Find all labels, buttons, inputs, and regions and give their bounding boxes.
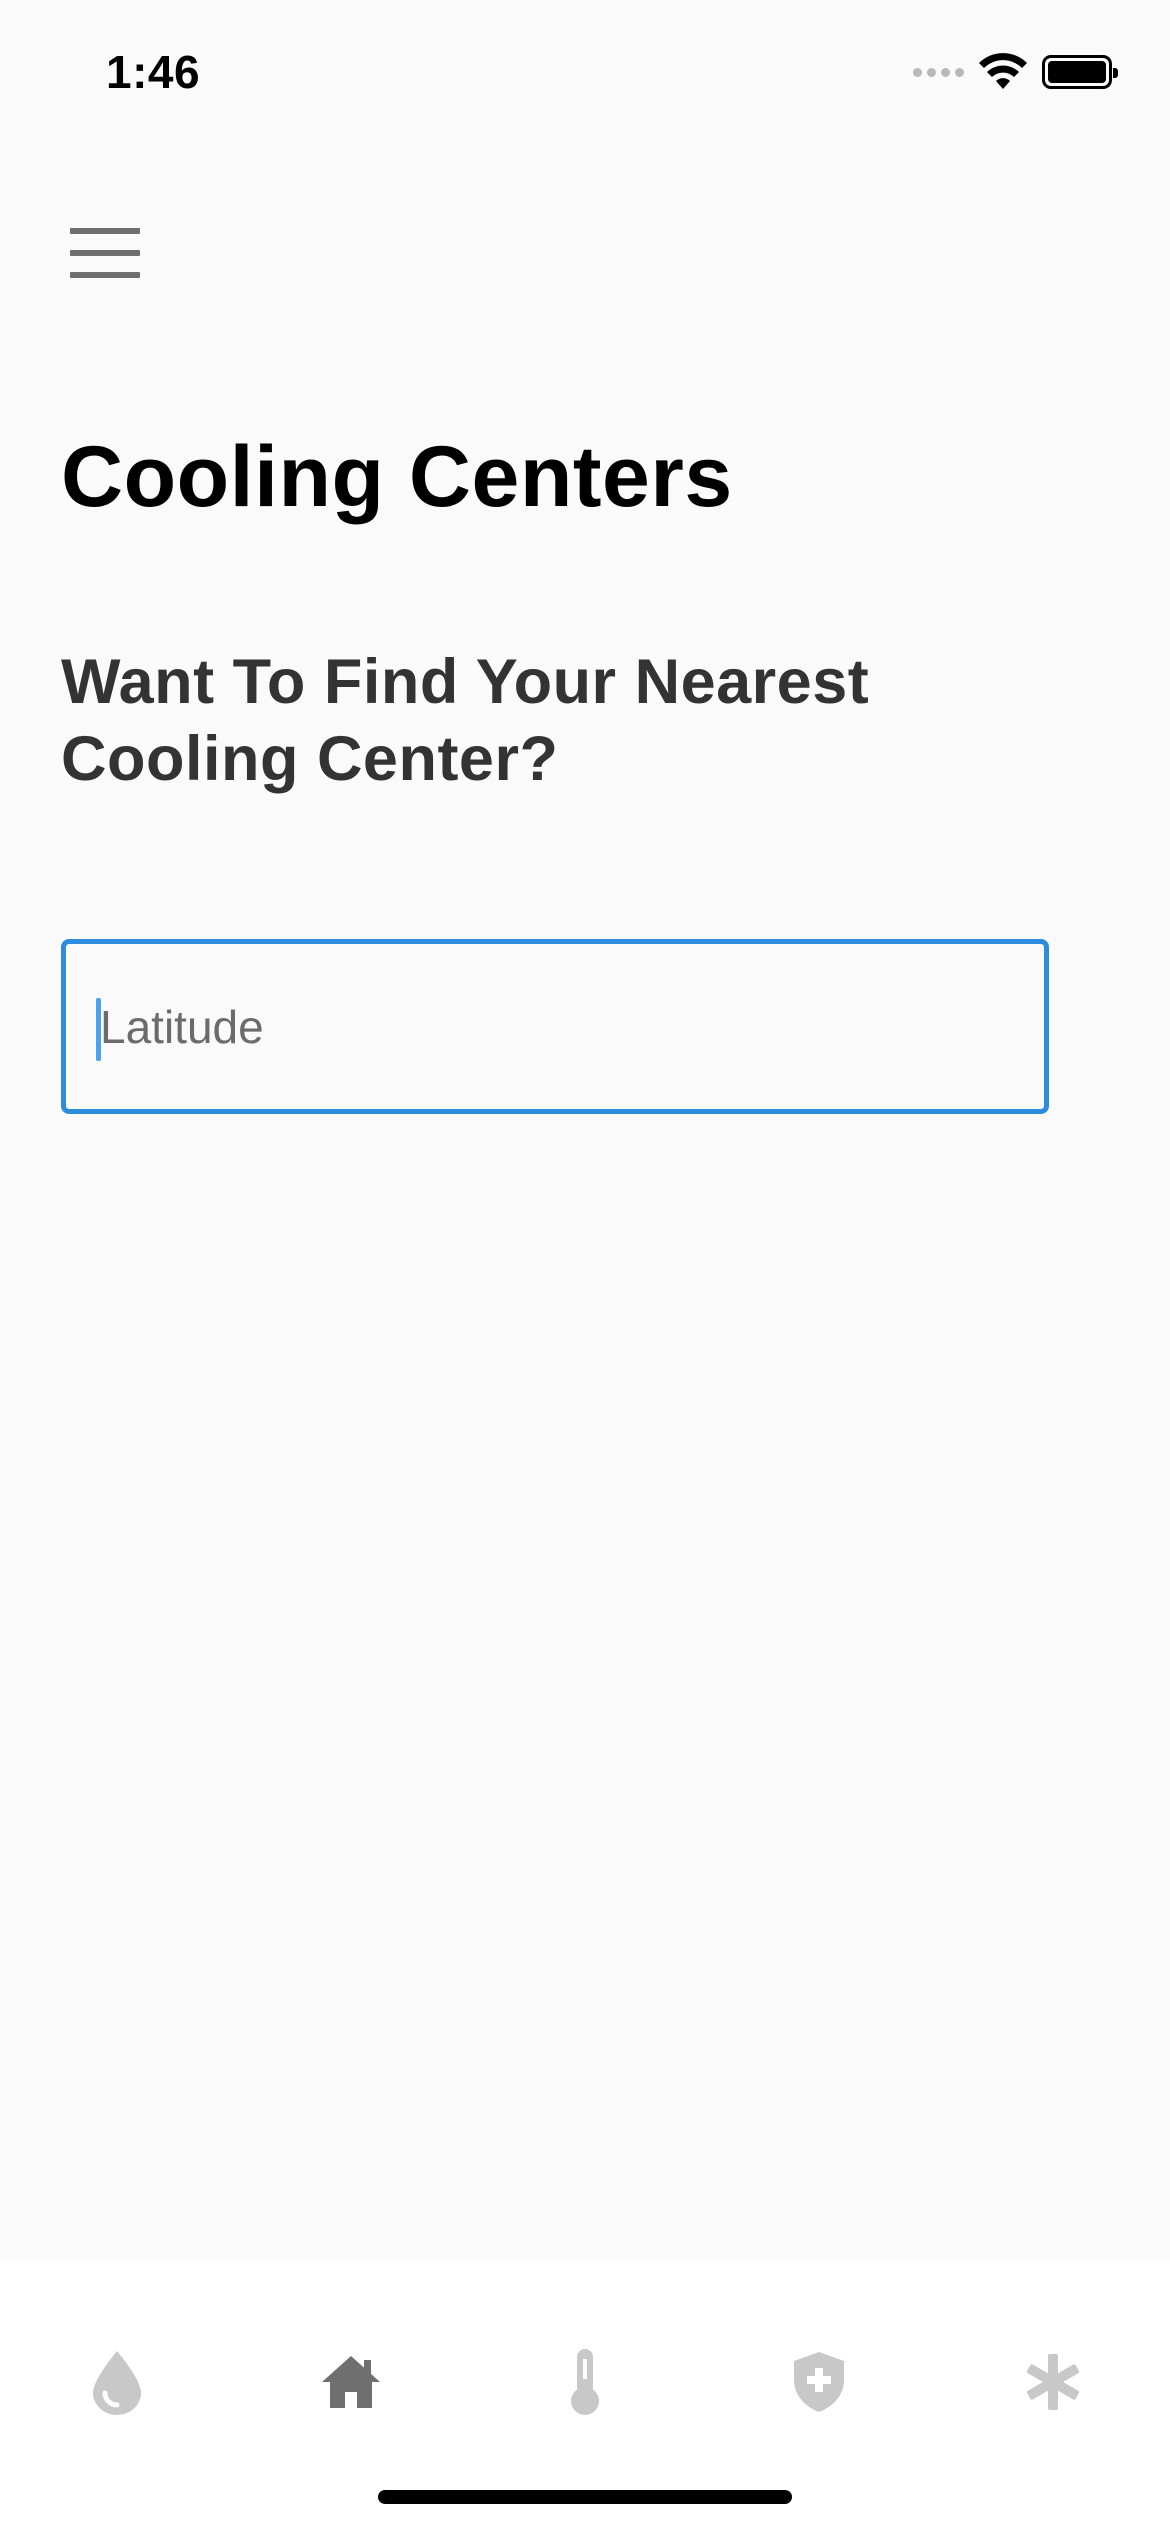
status-time: 1:46: [106, 46, 201, 98]
nav-item-water[interactable]: [57, 2322, 177, 2442]
status-icons: [913, 52, 1118, 92]
asterisk-icon: [1026, 2354, 1080, 2410]
latitude-field[interactable]: [61, 939, 1049, 1114]
home-indicator[interactable]: [378, 2490, 792, 2504]
water-drop-icon: [93, 2351, 141, 2415]
latitude-input[interactable]: [100, 944, 1020, 1109]
nav-item-medical[interactable]: [993, 2322, 1113, 2442]
battery-icon: [1042, 55, 1118, 89]
page-title: Cooling Centers: [61, 429, 733, 525]
shield-plus-icon: [794, 2352, 844, 2412]
thermometer-icon: [571, 2349, 599, 2415]
wifi-icon: [979, 53, 1027, 89]
home-icon: [322, 2356, 380, 2408]
nav-item-health[interactable]: [759, 2322, 879, 2442]
nav-item-home[interactable]: [291, 2322, 411, 2442]
page-subtitle: Want To Find Your Nearest Cooling Center…: [61, 647, 870, 794]
cellular-signal-icon: [913, 67, 964, 77]
hamburger-menu-icon[interactable]: [70, 228, 140, 278]
app-screen: 1:46 Cooling Centers Want To Find Your N…: [0, 0, 1170, 2532]
nav-item-temperature[interactable]: [525, 2322, 645, 2442]
